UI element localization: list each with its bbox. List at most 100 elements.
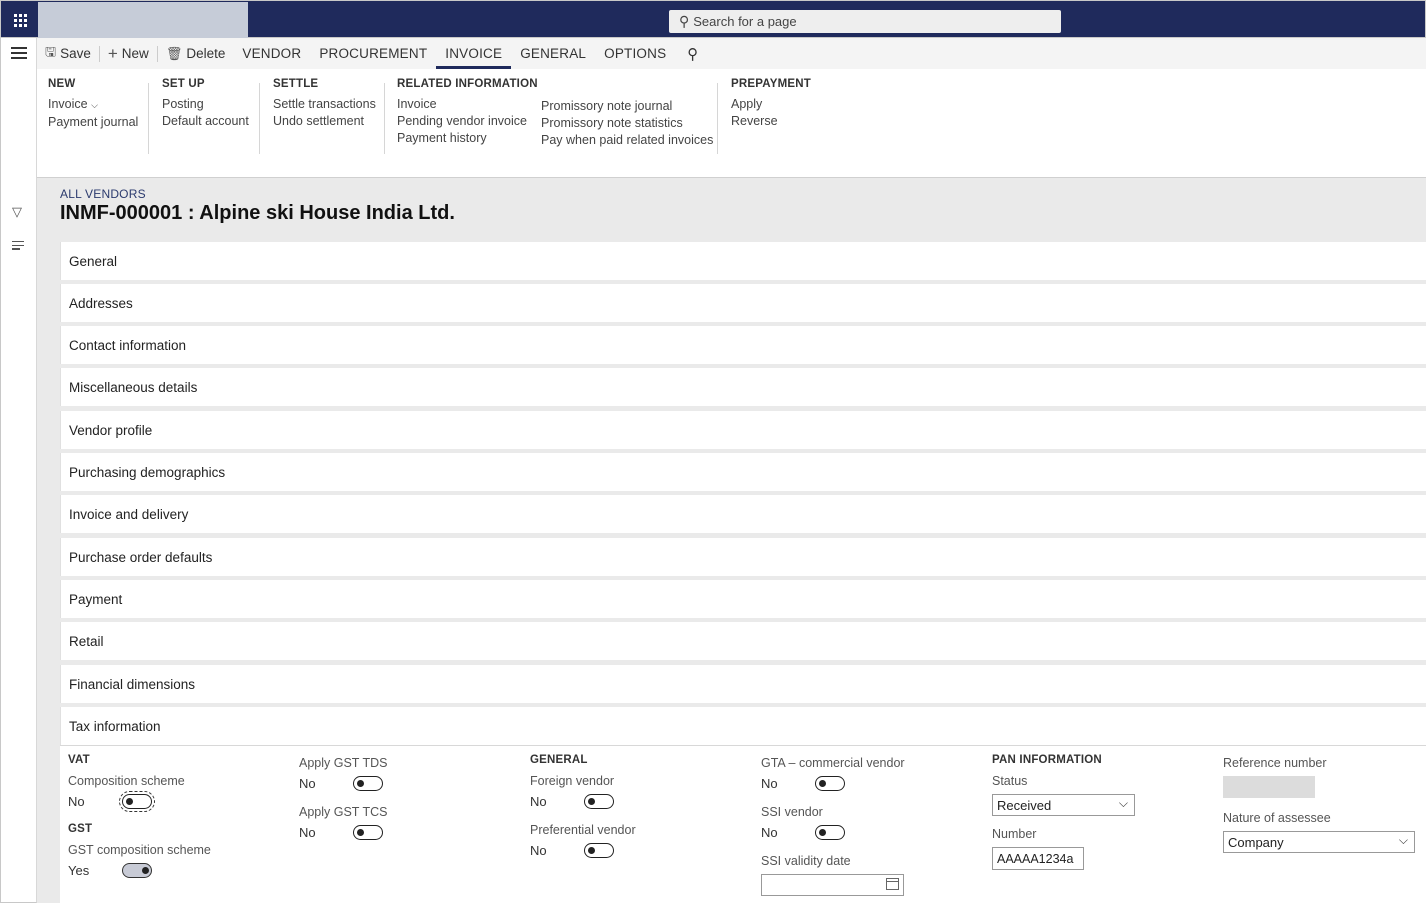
breadcrumb[interactable]: ALL VENDORS: [60, 187, 146, 201]
gta-commercial-vendor-value: No: [761, 776, 778, 791]
ssi-vendor-toggle[interactable]: [815, 825, 845, 840]
preferential-vendor-field: No: [530, 843, 636, 858]
new-label: New: [121, 46, 149, 61]
ssi-vendor-field: No: [761, 825, 905, 840]
chevron-down-icon: ⌵: [1398, 833, 1408, 847]
foreign-vendor-value: No: [530, 794, 547, 809]
nature-of-assessee-select[interactable]: Company ⌵: [1223, 831, 1415, 853]
foreign-vendor-label: Foreign vendor: [530, 774, 615, 788]
tab-invoice[interactable]: INVOICE: [436, 38, 512, 69]
tab-procurement[interactable]: PROCUREMENT: [310, 38, 436, 69]
list-icon[interactable]: [12, 241, 24, 252]
ribbon-item-promissory-note-journal[interactable]: Promissory note journal: [541, 99, 713, 113]
filter-icon[interactable]: ▽: [12, 204, 22, 220]
preferential-vendor-toggle[interactable]: [584, 843, 614, 858]
company-logo: [38, 2, 248, 38]
waffle-icon[interactable]: [2, 2, 38, 38]
group-header: RELATED INFORMATION: [397, 78, 538, 90]
group-header: NEW: [48, 78, 76, 90]
tax-information-body: VAT Composition scheme No GST GST compos…: [60, 745, 1426, 903]
ribbon-item-settle-transactions[interactable]: Settle transactions: [273, 97, 376, 111]
delete-label: Delete: [186, 46, 226, 61]
chevron-down-icon: ⌵: [1118, 796, 1128, 810]
fasttab-financial-dimensions[interactable]: Financial dimensions: [60, 665, 1426, 703]
reference-number-input[interactable]: [1223, 776, 1315, 798]
gta-commercial-vendor-toggle[interactable]: [815, 776, 845, 791]
number-input[interactable]: AAAAA1234a: [992, 847, 1084, 870]
fasttab-addresses[interactable]: Addresses: [60, 284, 1426, 322]
vendor-flags-group: GTA – commercial vendor No SSI vendor No…: [761, 756, 905, 896]
apply-gst-tds-toggle[interactable]: [353, 776, 383, 791]
ribbon-item-promissory-note-statistics[interactable]: Promissory note statistics: [541, 116, 713, 130]
ssi-vendor-value: No: [761, 825, 778, 840]
fasttab-invoice-and-delivery[interactable]: Invoice and delivery: [60, 495, 1426, 533]
ribbon-item-undo-settlement[interactable]: Undo settlement: [273, 114, 376, 128]
fasttab-tax-information[interactable]: Tax information: [60, 707, 1426, 745]
fasttab-retail[interactable]: Retail: [60, 622, 1426, 660]
status-select[interactable]: Received ⌵: [992, 794, 1135, 816]
gta-commercial-vendor-label: GTA – commercial vendor: [761, 756, 905, 770]
tab-general[interactable]: GENERAL: [511, 38, 595, 69]
save-button[interactable]: 🖫 Save: [37, 38, 99, 69]
find-icon[interactable]: ⚲: [675, 45, 710, 63]
gst-header: GST: [68, 823, 93, 835]
ribbon-group-new: NEW Invoice ⌵ Payment journal: [48, 78, 138, 132]
search-placeholder: Search for a page: [693, 14, 797, 29]
ribbon-group-related-col2: Promissory note journal Promissory note …: [541, 99, 713, 150]
gst-composition-scheme-label: GST composition scheme: [68, 843, 211, 857]
ribbon-item-default-account[interactable]: Default account: [162, 114, 249, 128]
calendar-icon[interactable]: [886, 878, 899, 890]
tab-options[interactable]: OPTIONS: [595, 38, 675, 69]
hamburger-menu-icon[interactable]: [11, 47, 27, 62]
composition-scheme-toggle[interactable]: [119, 791, 155, 812]
divider: [259, 83, 260, 154]
ribbon-item-payment-journal[interactable]: Payment journal: [48, 115, 138, 129]
group-header: SET UP: [162, 78, 205, 90]
delete-button[interactable]: 🗑 Delete: [158, 38, 234, 69]
gst-composition-scheme-field: Yes: [68, 863, 211, 878]
general-header: GENERAL: [530, 754, 588, 766]
apply-gst-tcs-toggle[interactable]: [353, 825, 383, 840]
ribbon-item-pay-when-paid[interactable]: Pay when paid related invoices: [541, 133, 713, 147]
search-input[interactable]: ⚲ Search for a page: [669, 10, 1061, 33]
divider: [717, 83, 718, 154]
fasttab-general[interactable]: General: [60, 242, 1426, 280]
apply-gst-tds-field: No: [299, 776, 387, 791]
gst-composition-scheme-toggle[interactable]: [122, 863, 152, 878]
ribbon-item-apply[interactable]: Apply: [731, 97, 811, 111]
fasttab-miscellaneous-details[interactable]: Miscellaneous details: [60, 368, 1426, 406]
ribbon-item-posting[interactable]: Posting: [162, 97, 249, 111]
status-value: Received: [997, 797, 1052, 813]
ribbon-item-pending-vendor-invoice[interactable]: Pending vendor invoice: [397, 114, 538, 128]
ssi-validity-date-label: SSI validity date: [761, 854, 851, 868]
apply-gst-tcs-field: No: [299, 825, 387, 840]
ribbon-group-settle: SETTLE Settle transactions Undo settleme…: [273, 78, 376, 131]
fasttab-contact-information[interactable]: Contact information: [60, 326, 1426, 364]
ribbon-group-prepayment: PREPAYMENT Apply Reverse: [731, 78, 811, 131]
vat-group: VAT Composition scheme No GST GST compos…: [68, 754, 211, 892]
chevron-down-icon: ⌵: [91, 100, 98, 110]
ribbon-item-invoice[interactable]: Invoice ⌵: [48, 97, 138, 112]
ribbon-item-reverse[interactable]: Reverse: [731, 114, 811, 128]
fasttab-purchasing-demographics[interactable]: Purchasing demographics: [60, 453, 1426, 491]
preferential-vendor-value: No: [530, 843, 547, 858]
number-label: Number: [992, 827, 1037, 841]
trash-icon: 🗑: [165, 45, 183, 61]
group-header: SETTLE: [273, 78, 319, 90]
fasttab-payment[interactable]: Payment: [60, 580, 1426, 618]
fasttab-purchase-order-defaults[interactable]: Purchase order defaults: [60, 538, 1426, 576]
foreign-vendor-toggle[interactable]: [584, 794, 614, 809]
action-pane: 🖫 Save + New 🗑 Delete VENDOR PROCUREMENT…: [37, 38, 1426, 69]
new-button[interactable]: + New: [100, 38, 157, 69]
apply-gst-tds-label: Apply GST TDS: [299, 756, 388, 770]
status-label: Status: [992, 774, 1028, 788]
ribbon-item-invoice-related[interactable]: Invoice: [397, 97, 538, 111]
ribbon-item-payment-history[interactable]: Payment history: [397, 131, 538, 145]
reference-group: Reference number Nature of assessee Comp…: [1223, 756, 1415, 853]
navigation-rail: ▽: [0, 38, 37, 903]
save-icon: 🖫: [45, 43, 57, 59]
tab-vendor[interactable]: VENDOR: [233, 38, 310, 69]
fasttab-vendor-profile[interactable]: Vendor profile: [60, 411, 1426, 449]
gst-tds-tcs-group: Apply GST TDS No Apply GST TCS No: [299, 756, 387, 854]
ssi-validity-date-input[interactable]: [761, 874, 904, 896]
